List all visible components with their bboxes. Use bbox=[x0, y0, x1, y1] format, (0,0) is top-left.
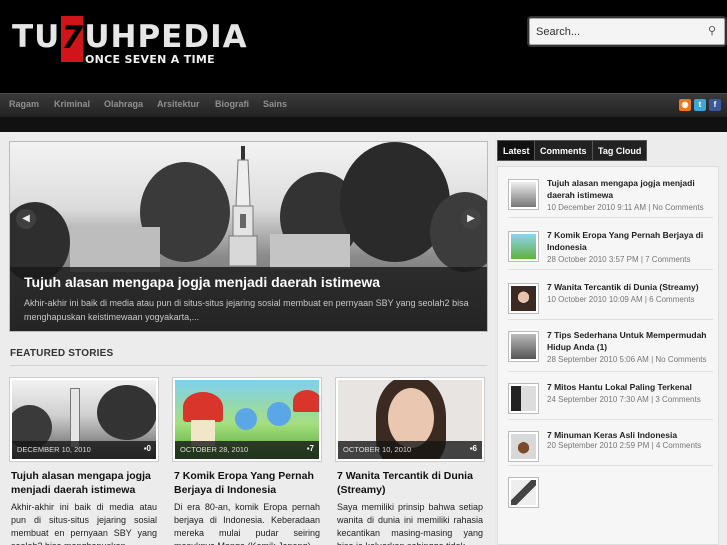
main-nav: Ragam Kriminal Olahraga Arsitektur Biogr… bbox=[0, 93, 727, 117]
list-divider bbox=[508, 269, 713, 270]
list-divider bbox=[508, 465, 713, 466]
featured-card: DECEMBER 10, 2010 ▪0 Tujuh alasan mengap… bbox=[9, 377, 159, 545]
post-thumbnail[interactable] bbox=[508, 283, 539, 314]
post-meta: 28 September 2010 5:06 AM | No Comments bbox=[547, 355, 707, 364]
card-title[interactable]: Tujuh alasan mengapa jogja menjadi daera… bbox=[11, 469, 159, 497]
tab-latest[interactable]: Latest bbox=[497, 140, 536, 161]
comment-count[interactable]: ▪6 bbox=[470, 444, 477, 453]
comment-count[interactable]: ▪0 bbox=[144, 444, 151, 453]
post-thumbnail[interactable] bbox=[508, 331, 539, 362]
list-divider bbox=[508, 419, 713, 420]
card-excerpt: Di era 80-an, komik Eropa pernah berjaya… bbox=[174, 502, 320, 545]
card-thumbnail[interactable]: OCTOBER 10, 2010 ▪6 bbox=[335, 377, 485, 462]
post-title[interactable]: 7 Wanita Tercantik di Dunia (Streamy) bbox=[547, 281, 715, 293]
card-excerpt: Saya memiliki prinsip bahwa setiap wanit… bbox=[337, 502, 483, 545]
tab-tag-cloud[interactable]: Tag Cloud bbox=[592, 140, 648, 161]
latest-posts-panel: Tujuh alasan mengapa jogja menjadi daera… bbox=[497, 166, 719, 545]
slider-next-button[interactable]: ▶ bbox=[461, 209, 481, 229]
post-thumbnail[interactable] bbox=[508, 179, 539, 210]
twitter-icon[interactable]: t bbox=[694, 99, 706, 111]
featured-slider[interactable]: ◀ ▶ Tujuh alasan mengapa jogja menjadi d… bbox=[9, 141, 488, 332]
search-input[interactable] bbox=[530, 19, 700, 44]
featured-card: OCTOBER 28, 2010 ▪7 7 Komik Eropa Yang P… bbox=[172, 377, 322, 545]
post-thumbnail[interactable] bbox=[508, 383, 539, 414]
nav-item-biografi[interactable]: Biografi bbox=[215, 99, 249, 109]
site-logo[interactable]: TU7UHPEDIA ONCE SEVEN A TIME bbox=[12, 16, 247, 68]
nav-shadow-strip bbox=[0, 117, 727, 132]
list-item[interactable]: Tujuh alasan mengapa jogja menjadi daera… bbox=[508, 177, 713, 221]
card-meta: OCTOBER 10, 2010 ▪6 bbox=[338, 441, 482, 459]
post-thumbnail[interactable] bbox=[508, 477, 539, 508]
card-thumbnail[interactable]: DECEMBER 10, 2010 ▪0 bbox=[9, 377, 159, 462]
comment-count[interactable]: ▪7 bbox=[307, 444, 314, 453]
post-title[interactable]: 7 Mitos Hantu Lokal Paling Terkenal bbox=[547, 381, 715, 393]
post-title[interactable]: Tujuh alasan mengapa jogja menjadi daera… bbox=[547, 177, 715, 201]
nav-item-kriminal[interactable]: Kriminal bbox=[54, 99, 90, 109]
slide-excerpt: Akhir-akhir ini baik di media atau pun d… bbox=[24, 298, 469, 322]
post-meta: 28 October 2010 3:57 PM | 7 Comments bbox=[547, 255, 691, 264]
featured-heading: FEATURED STORIES bbox=[10, 348, 114, 359]
card-thumbnail[interactable]: OCTOBER 28, 2010 ▪7 bbox=[172, 377, 322, 462]
slide-title[interactable]: Tujuh alasan mengapa jogja menjadi daera… bbox=[24, 274, 380, 290]
search-box: ⚲ bbox=[529, 18, 725, 45]
list-divider bbox=[508, 217, 713, 218]
tab-comments[interactable]: Comments bbox=[534, 140, 593, 161]
post-title[interactable]: 7 Komik Eropa Yang Pernah Berjaya di Ind… bbox=[547, 229, 715, 253]
post-title[interactable]: 7 Tips Sederhana Untuk Mempermudah Hidup… bbox=[547, 329, 715, 353]
post-thumbnail[interactable] bbox=[508, 231, 539, 262]
list-divider bbox=[508, 371, 713, 372]
nav-item-ragam[interactable]: Ragam bbox=[9, 99, 39, 109]
list-divider bbox=[508, 319, 713, 320]
post-meta: 10 October 2010 10:09 AM | 6 Comments bbox=[547, 295, 695, 304]
card-meta: OCTOBER 28, 2010 ▪7 bbox=[175, 441, 319, 459]
featured-card: OCTOBER 10, 2010 ▪6 7 Wanita Tercantik d… bbox=[335, 377, 485, 545]
magnifier-icon[interactable]: ⚲ bbox=[708, 24, 716, 37]
list-item[interactable] bbox=[508, 475, 713, 519]
list-item[interactable]: 7 Komik Eropa Yang Pernah Berjaya di Ind… bbox=[508, 229, 713, 273]
card-title[interactable]: 7 Wanita Tercantik di Dunia (Streamy) bbox=[337, 469, 485, 497]
post-title[interactable]: 7 Minuman Keras Asli Indonesia bbox=[547, 429, 715, 441]
list-item[interactable]: 7 Minuman Keras Asli Indonesia 20 Septem… bbox=[508, 429, 713, 473]
nav-item-sains[interactable]: Sains bbox=[263, 99, 287, 109]
card-title[interactable]: 7 Komik Eropa Yang Pernah Berjaya di Ind… bbox=[174, 469, 322, 497]
post-meta: 10 December 2010 9:11 AM | No Comments bbox=[547, 203, 704, 212]
post-thumbnail[interactable] bbox=[508, 431, 539, 462]
logo-seven: 7 bbox=[61, 16, 84, 62]
site-header: TU7UHPEDIA ONCE SEVEN A TIME ⚲ bbox=[0, 0, 727, 93]
card-meta: DECEMBER 10, 2010 ▪0 bbox=[12, 441, 156, 459]
slider-prev-button[interactable]: ◀ bbox=[16, 209, 36, 229]
card-date: OCTOBER 28, 2010 bbox=[180, 445, 249, 454]
post-meta: 20 September 2010 2:59 PM | 4 Comments bbox=[547, 441, 702, 450]
logo-suffix: UHPEDIA bbox=[84, 19, 248, 55]
slide-caption: Tujuh alasan mengapa jogja menjadi daera… bbox=[10, 267, 487, 331]
list-item[interactable]: 7 Tips Sederhana Untuk Mempermudah Hidup… bbox=[508, 329, 713, 373]
card-date: OCTOBER 10, 2010 bbox=[343, 445, 412, 454]
tugu-monument bbox=[228, 146, 258, 266]
card-excerpt: Akhir-akhir ini baik di media atau pun d… bbox=[11, 502, 157, 545]
post-meta: 24 September 2010 7:30 AM | 3 Comments bbox=[547, 395, 701, 404]
site-tagline: ONCE SEVEN A TIME bbox=[85, 53, 215, 66]
nav-item-arsitektur[interactable]: Arsitektur bbox=[157, 99, 200, 109]
section-divider bbox=[10, 365, 487, 366]
facebook-icon[interactable]: f bbox=[709, 99, 721, 111]
logo-prefix: TU bbox=[12, 19, 61, 55]
card-date: DECEMBER 10, 2010 bbox=[17, 445, 91, 454]
rss-icon[interactable]: ◉ bbox=[679, 99, 691, 111]
nav-item-olahraga[interactable]: Olahraga bbox=[104, 99, 143, 109]
